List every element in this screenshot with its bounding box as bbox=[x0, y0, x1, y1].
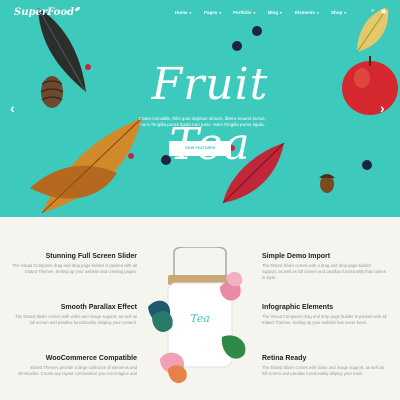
nav-item-elements[interactable]: Elements ▾ bbox=[295, 10, 319, 15]
feature-description: The Elated Slider comes with video and i… bbox=[262, 365, 384, 376]
feature-item: Retina Ready The Elated Slider comes wit… bbox=[262, 355, 387, 377]
chevron-down-icon: ▾ bbox=[317, 11, 319, 15]
hero-slider: SuperFood Home ▾ Pages ▾ Portfolio ▾ Blog ▾ … bbox=[0, 0, 400, 217]
hero-subtitle-line: nunc fringilla purus ligula non justo. N… bbox=[140, 122, 265, 128]
feature-item: Stunning Full Screen Slider The Visual C… bbox=[12, 253, 137, 275]
feature-title: Retina Ready bbox=[262, 355, 307, 362]
feature-description: The Visual Composer drag and drop page b… bbox=[262, 314, 387, 325]
chevron-down-icon: ▾ bbox=[189, 11, 192, 15]
feature-description: Elated Themes provide a large collection… bbox=[17, 365, 137, 376]
hero-subtitle: Etiam convallis, felis quis dapibus dict… bbox=[120, 116, 285, 128]
slider-prev-arrow[interactable]: ‹ bbox=[10, 100, 15, 116]
feature-item: Smooth Parallax Effect The Elated Slider… bbox=[12, 304, 137, 326]
nav-item-pages[interactable]: Pages ▾ bbox=[204, 10, 221, 15]
feature-description: The Elated Slider comes with a drag and … bbox=[262, 263, 386, 280]
feature-item: Infographic Elements The Visual Composer… bbox=[262, 304, 387, 326]
slider-next-arrow[interactable]: › bbox=[380, 100, 385, 116]
chevron-down-icon: ▾ bbox=[219, 11, 222, 15]
view-features-button[interactable]: VIEW FEATURES bbox=[169, 141, 231, 156]
nav-item-blog[interactable]: Blog ▾ bbox=[268, 10, 282, 15]
feature-title: Smooth Parallax Effect bbox=[60, 304, 137, 311]
search-icon[interactable]: ⌕ bbox=[371, 8, 374, 15]
nav-item-shop[interactable]: Shop ▾ bbox=[331, 10, 346, 15]
feature-title: WooCommerce Compatible bbox=[45, 355, 137, 362]
feature-description: The Visual Composer drag and drop page b… bbox=[12, 263, 137, 274]
features-section: Stunning Full Screen Slider The Visual C… bbox=[0, 217, 400, 400]
chevron-down-icon: ▾ bbox=[344, 11, 347, 15]
feature-title: Simple Demo Import bbox=[262, 253, 331, 260]
nav-item-home[interactable]: Home ▾ bbox=[175, 10, 191, 15]
hero-title: Fruit Tea bbox=[151, 59, 269, 170]
jar-label: Tea bbox=[190, 312, 210, 325]
main-navigation: SuperFood Home ▾ Pages ▾ Portfolio ▾ Blog ▾ … bbox=[0, 0, 400, 26]
feature-title: Stunning Full Screen Slider bbox=[45, 253, 137, 260]
feature-item: WooCommerce Compatible Elated Themes pro… bbox=[12, 355, 137, 377]
site-logo[interactable]: SuperFood bbox=[14, 7, 80, 18]
feature-title: Infographic Elements bbox=[262, 304, 334, 311]
chevron-down-icon: ▾ bbox=[280, 11, 282, 15]
leaf-icon bbox=[75, 7, 80, 11]
nav-item-portfolio[interactable]: Portfolio ▾ bbox=[233, 10, 255, 15]
chevron-down-icon: ▾ bbox=[253, 11, 256, 15]
feature-item: Simple Demo Import The Elated Slider com… bbox=[262, 253, 387, 280]
cart-icon[interactable]: ▣ bbox=[381, 8, 387, 15]
feature-description: The Elated Slider comes with video and i… bbox=[15, 314, 137, 325]
